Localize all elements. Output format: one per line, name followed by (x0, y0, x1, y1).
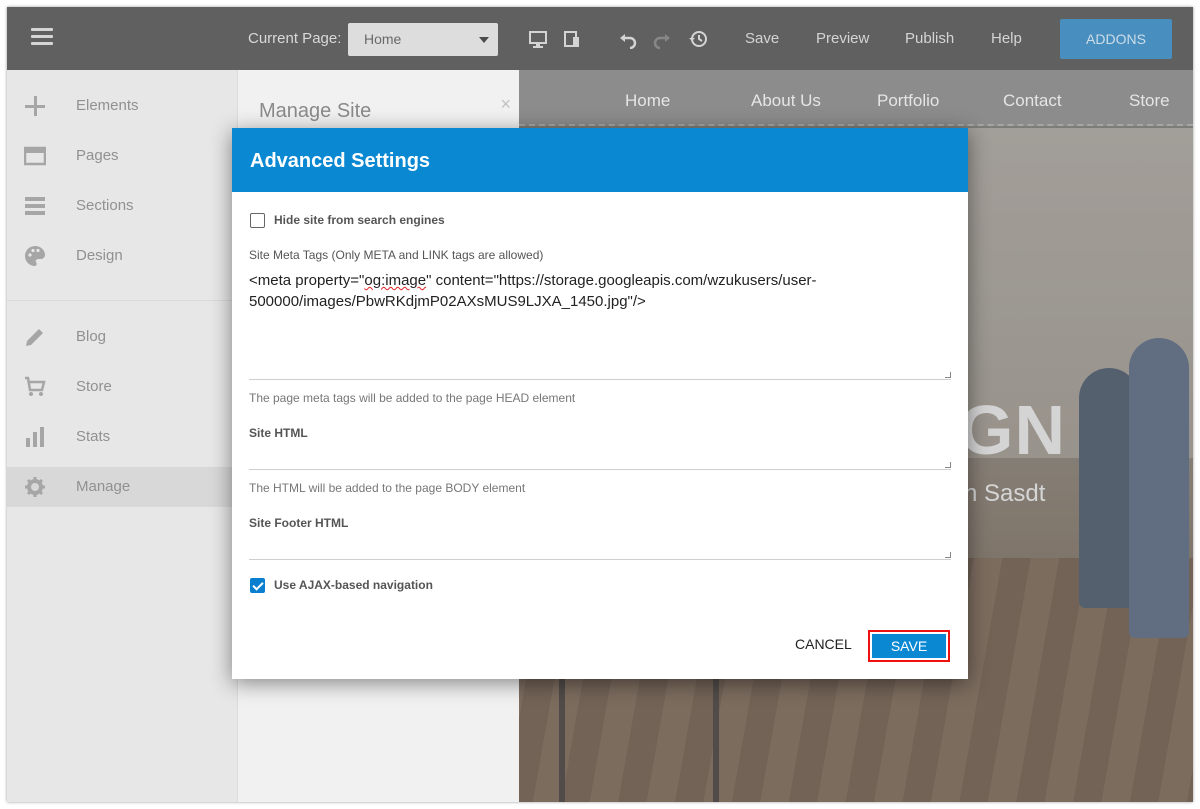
meta-tags-label: Site Meta Tags (Only META and LINK tags … (249, 248, 544, 262)
hide-search-checkbox[interactable] (250, 213, 265, 228)
ajax-navigation-checkbox[interactable] (250, 578, 265, 593)
site-html-hint: The HTML will be added to the page BODY … (249, 481, 526, 495)
dialog-title: Advanced Settings (250, 150, 431, 172)
cancel-button[interactable]: CANCEL (795, 636, 852, 652)
footer-html-textarea[interactable] (249, 536, 951, 560)
meta-tags-value-pre: <meta property=" (249, 272, 365, 289)
dialog-header: Advanced Settings (232, 128, 968, 192)
ajax-navigation-label: Use AJAX-based navigation (274, 578, 433, 592)
resize-handle-icon[interactable] (945, 372, 951, 378)
meta-tags-value-mark: og:image (364, 272, 427, 289)
save-button[interactable]: SAVE (872, 634, 946, 658)
site-html-textarea[interactable] (249, 446, 951, 470)
advanced-settings-dialog: Advanced Settings Hide site from search … (232, 128, 968, 679)
meta-tags-textarea[interactable]: <meta property="og:image" content="https… (249, 270, 951, 380)
save-highlight-box: SAVE (868, 630, 950, 662)
resize-handle-icon[interactable] (945, 462, 951, 468)
site-html-label: Site HTML (249, 426, 308, 440)
footer-html-label: Site Footer HTML (249, 516, 349, 530)
meta-tags-hint: The page meta tags will be added to the … (249, 391, 576, 405)
hide-search-label: Hide site from search engines (274, 213, 445, 227)
resize-handle-icon[interactable] (945, 552, 951, 558)
